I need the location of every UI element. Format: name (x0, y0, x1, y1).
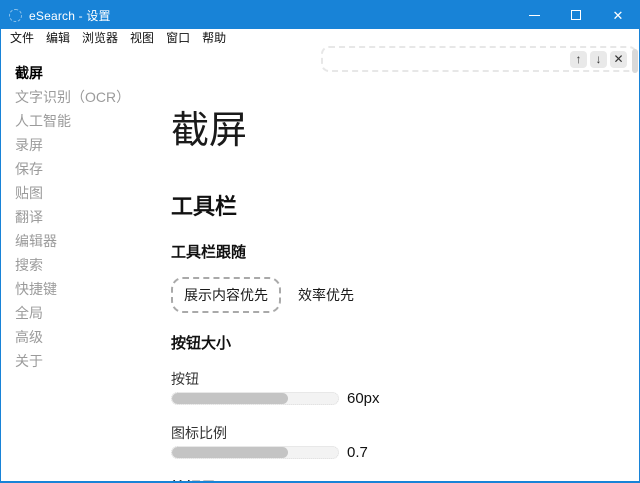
sidebar-item-screenshot[interactable]: 截屏 (15, 61, 156, 85)
button-size-value: 60px (347, 390, 380, 407)
menu-item-browser[interactable]: 浏览器 (76, 29, 124, 46)
button-size-slider-row: 60px (171, 390, 627, 407)
search-next-button[interactable]: ↓ (590, 51, 607, 68)
sidebar-item-hotkeys[interactable]: 快捷键 (15, 277, 156, 301)
subsection-toolbar-follow: 工具栏跟随 (171, 241, 627, 262)
sidebar-item-editor[interactable]: 编辑器 (15, 229, 156, 253)
menu-item-file[interactable]: 文件 (4, 29, 40, 46)
menu-item-help[interactable]: 帮助 (196, 29, 232, 46)
button-size-label: 按钮 (171, 369, 627, 389)
settings-window: eSearch - 设置 ✕ 文件 编辑 浏览器 视图 窗口 帮助 ↑ ↓ ✕ … (0, 0, 640, 483)
maximize-button[interactable] (555, 1, 597, 29)
sidebar-item-advanced[interactable]: 高级 (15, 325, 156, 349)
minimize-icon (529, 15, 540, 16)
icon-scale-slider[interactable] (171, 446, 339, 459)
slider-fill (172, 447, 288, 458)
menu-bar: 文件 编辑 浏览器 视图 窗口 帮助 (1, 29, 639, 46)
button-size-slider[interactable] (171, 392, 339, 405)
sidebar-item-ocr[interactable]: 文字识别（OCR） (15, 85, 156, 109)
sidebar-item-search[interactable]: 搜索 (15, 253, 156, 277)
close-icon: ✕ (613, 9, 624, 22)
window-title: eSearch - 设置 (29, 7, 111, 24)
sidebar-item-about[interactable]: 关于 (15, 349, 156, 373)
section-toolbar: 工具栏 (171, 189, 627, 221)
titlebar: eSearch - 设置 ✕ (1, 1, 639, 29)
icon-scale-value: 0.7 (347, 444, 368, 461)
search-close-button[interactable]: ✕ (610, 51, 627, 68)
menu-item-window[interactable]: 窗口 (160, 29, 196, 46)
option-efficiency-first-button[interactable]: 效率优先 (285, 277, 367, 313)
app-icon (9, 9, 22, 22)
search-box: ↑ ↓ ✕ (321, 46, 637, 72)
menu-item-view[interactable]: 视图 (124, 29, 160, 46)
content-area: ↑ ↓ ✕ 截屏 文字识别（OCR） 人工智能 录屏 保存 贴图 翻译 编辑器 … (1, 46, 639, 482)
sidebar-item-screen-record[interactable]: 录屏 (15, 133, 156, 157)
sidebar-item-translate[interactable]: 翻译 (15, 205, 156, 229)
toolbar-follow-options: 展示内容优先 效率优先 (171, 277, 627, 313)
section-button-display: 按钮显示 (171, 477, 627, 482)
window-controls: ✕ (513, 1, 639, 29)
search-prev-button[interactable]: ↑ (570, 51, 587, 68)
icon-scale-label: 图标比例 (171, 423, 627, 443)
close-button[interactable]: ✕ (597, 1, 639, 29)
arrow-up-icon: ↑ (576, 52, 582, 66)
close-icon: ✕ (613, 52, 623, 66)
minimize-button[interactable] (513, 1, 555, 29)
arrow-down-icon: ↓ (596, 52, 602, 66)
option-content-first-button[interactable]: 展示内容优先 (171, 277, 281, 313)
sidebar-item-save[interactable]: 保存 (15, 157, 156, 181)
main-pane: 截屏 工具栏 工具栏跟随 展示内容优先 效率优先 按钮大小 按钮 60px 图标… (171, 46, 627, 482)
sidebar-item-global[interactable]: 全局 (15, 301, 156, 325)
search-input[interactable] (329, 52, 567, 66)
menu-item-edit[interactable]: 编辑 (40, 29, 76, 46)
maximize-icon (571, 10, 581, 20)
sidebar: 截屏 文字识别（OCR） 人工智能 录屏 保存 贴图 翻译 编辑器 搜索 快捷键… (1, 46, 156, 373)
sidebar-item-ai[interactable]: 人工智能 (15, 109, 156, 133)
sidebar-item-pin-image[interactable]: 贴图 (15, 181, 156, 205)
scrollbar-thumb[interactable] (632, 49, 638, 73)
slider-fill (172, 393, 288, 404)
icon-scale-slider-row: 0.7 (171, 444, 627, 461)
section-button-size: 按钮大小 (171, 332, 627, 353)
